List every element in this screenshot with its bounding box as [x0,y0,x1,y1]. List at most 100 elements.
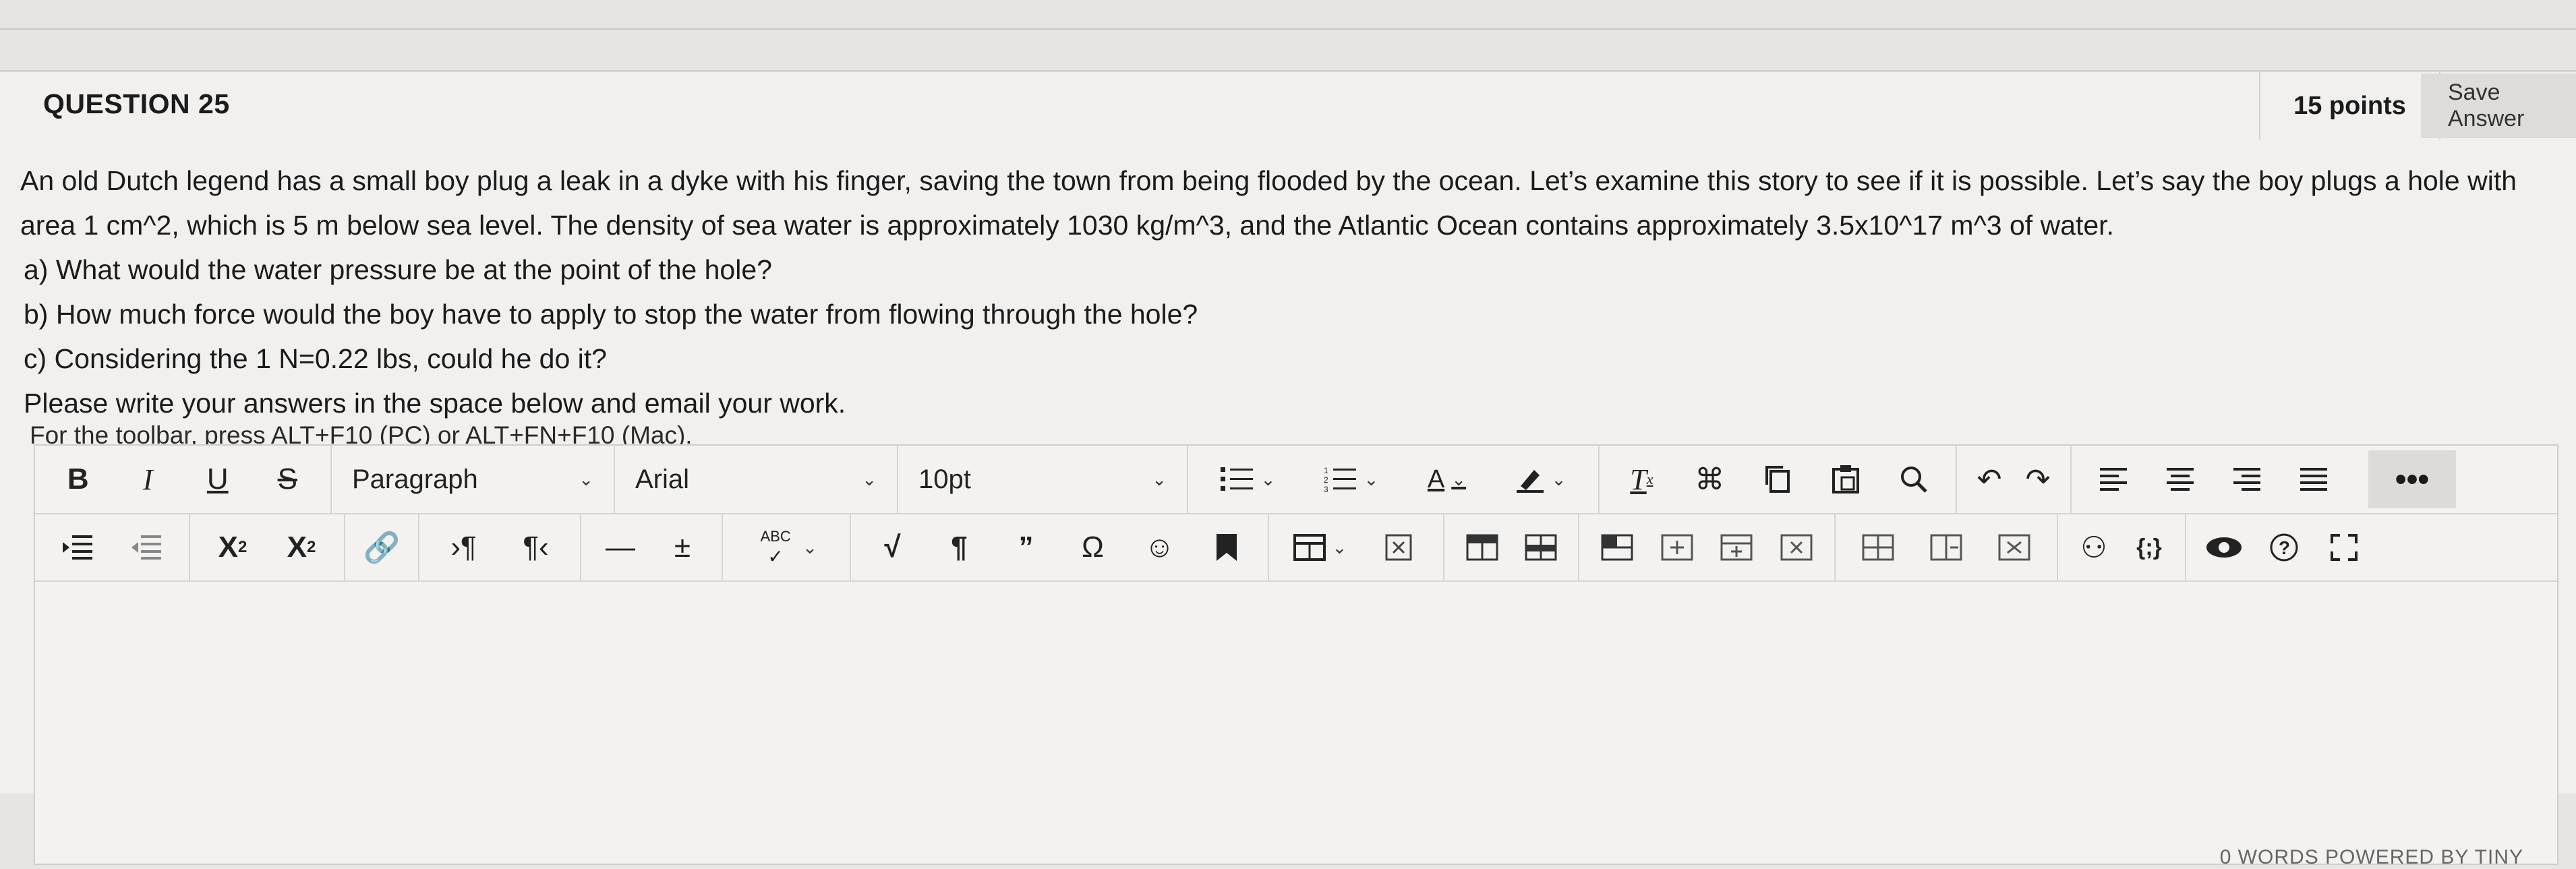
align-left-icon[interactable] [2093,456,2134,503]
delete-col-icon[interactable] [1994,524,2035,571]
chevron-down-icon: ⌄ [862,469,877,489]
font-size-value: 10pt [918,464,971,494]
save-answer-button[interactable]: Save Answer [2421,73,2576,138]
insert-row-before-icon[interactable] [1597,524,1637,571]
answer-text-area[interactable]: 0 WORDS POWERED BY TINY [35,582,2557,868]
more-options-button[interactable]: ••• [2368,450,2456,508]
strikethrough-icon[interactable]: S [267,456,308,503]
highlight-icon[interactable]: ⌄ [1515,456,1567,503]
question-part-c: c) Considering the 1 N=0.22 lbs, could h… [24,343,607,374]
svg-text:?: ? [2279,537,2290,558]
edit-group: Tx ⌘ [1600,446,1957,513]
indent-group [35,514,190,580]
question-part-b: b) How much force would the boy have to … [24,299,1198,330]
math-icon[interactable]: √ [873,524,913,571]
redo-icon[interactable]: ↷ [2018,456,2058,503]
insert-col-before-icon[interactable] [1858,524,1898,571]
numbered-list-icon[interactable]: 1 2 3 ⌄ [1324,456,1379,503]
accessibility-group: ⚇ {;} [2058,514,2186,580]
insert-group: — ± [581,514,723,580]
superscript-icon[interactable]: X2 [212,524,253,571]
copy-icon[interactable] [1757,456,1798,503]
bookmark-icon[interactable] [1206,524,1247,571]
question-card: QUESTION 25 15 points Save Answer An old… [0,72,2576,868]
text-color-icon[interactable]: A ⌄ [1426,456,1467,503]
chevron-down-icon: ⌄ [579,469,593,489]
bold-icon[interactable]: B [58,456,98,503]
editor-status-bar: 0 WORDS POWERED BY TINY [2219,846,2523,868]
plus-minus-icon[interactable]: ± [662,524,703,571]
clear-formatting-icon[interactable]: Tx [1621,456,1662,503]
question-header: QUESTION 25 15 points Save Answer [0,72,2576,140]
align-center-icon[interactable] [2160,456,2200,503]
preview-icon[interactable] [2204,524,2244,571]
delete-row-icon[interactable] [1776,524,1817,571]
subscript-icon[interactable]: X2 [281,524,322,571]
italic-icon[interactable]: I [127,456,168,503]
cut-icon[interactable]: ⌘ [1689,456,1730,503]
table-props-group [1444,514,1579,580]
alignment-group [2072,446,2355,513]
chevron-down-icon: ⌄ [1260,469,1276,489]
align-right-icon[interactable] [2227,456,2267,503]
svg-text:1: 1 [1324,466,1328,475]
justify-icon[interactable] [2293,456,2334,503]
ltr-icon[interactable]: ›¶ [444,524,484,571]
delete-table-icon[interactable] [1378,524,1419,571]
outdent-icon[interactable] [126,524,167,571]
toolbar-row-2: X2 X2 🔗 ›¶ ¶‹ — ± ABC ✓ ⌄ √ ¶ ” Ω ☺ ⌄ ⚇ … [35,514,2557,582]
underline-icon[interactable]: U [198,456,238,503]
horizontal-rule-icon[interactable]: — [600,524,641,571]
indent-icon[interactable] [57,524,98,571]
fullscreen-icon[interactable] [2324,524,2364,571]
block-format-dropdown[interactable]: Paragraph ⌄ [332,446,615,513]
blockquote-icon[interactable]: ” [1006,524,1047,571]
script-group: X2 X2 [190,514,345,580]
paste-icon[interactable] [1825,456,1866,503]
insert-row-after-icon[interactable] [1657,524,1697,571]
table-row-props-icon[interactable] [1462,524,1502,571]
undo-icon[interactable]: ↶ [1969,456,2010,503]
code-icon[interactable]: {;} [2129,524,2169,571]
font-size-dropdown[interactable]: 10pt ⌄ [898,446,1188,513]
omega-icon[interactable]: Ω [1073,524,1113,571]
table-col-group [1836,514,2058,580]
table-cell-props-icon[interactable] [1521,524,1561,571]
block-format-value: Paragraph [352,464,478,494]
text-style-group: B I U S [35,446,332,513]
help-icon[interactable]: ? [2264,524,2304,571]
view-group: ? [2186,514,2382,580]
chevron-down-icon: ⌄ [1451,469,1467,489]
question-part-a: a) What would the water pressure be at t… [24,254,772,285]
chevron-down-icon: ⌄ [1332,537,1347,558]
chevron-down-icon: ⌄ [1364,469,1379,489]
table-group: ⌄ [1269,514,1444,580]
chevron-down-icon: ⌄ [1551,469,1567,489]
insert-col-after-icon[interactable] [1926,524,1966,571]
emoji-icon[interactable]: ☺ [1140,524,1180,571]
rich-text-editor: B I U S Paragraph ⌄ Arial ⌄ 10pt ⌄ ⌄ 123… [34,444,2558,868]
special-insert-group: √ ¶ ” Ω ☺ [851,514,1269,580]
svg-text:2: 2 [1324,475,1328,485]
paragraph-mark-icon[interactable]: ¶ [939,524,980,571]
top-divider [0,28,2576,30]
insert-col-icon[interactable] [1716,524,1757,571]
direction-group: ›¶ ¶‹ [419,514,581,580]
font-family-value: Arial [635,464,690,494]
accessibility-icon[interactable]: ⚇ [2074,524,2114,571]
find-icon[interactable] [1894,456,1934,503]
bullet-list-icon[interactable]: ⌄ [1220,456,1276,503]
svg-text:3: 3 [1324,485,1328,493]
font-family-dropdown[interactable]: Arial ⌄ [615,446,898,513]
spellcheck-group: ABC ✓ ⌄ [723,514,851,580]
toolbar-row-1: B I U S Paragraph ⌄ Arial ⌄ 10pt ⌄ ⌄ 123… [35,446,2557,514]
chevron-down-icon: ⌄ [1152,469,1167,489]
list-color-group: ⌄ 1 2 3 ⌄ A ⌄ ⌄ [1188,446,1600,513]
unlink-group: 🔗 [345,514,419,580]
rtl-icon[interactable]: ¶‹ [516,524,556,571]
unlink-icon[interactable]: 🔗 [361,524,402,571]
question-body: An old Dutch legend has a small boy plug… [20,158,2556,425]
table-icon[interactable]: ⌄ [1293,524,1347,571]
spellcheck-icon[interactable]: ABC ✓ [755,524,796,571]
table-row-group [1579,514,1836,580]
